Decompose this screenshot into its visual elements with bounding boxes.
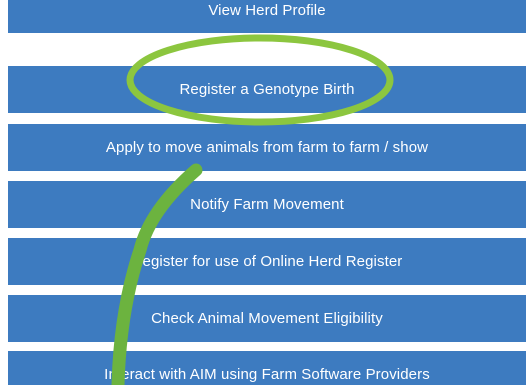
menu-item-label: Notify Farm Movement (190, 196, 344, 213)
menu-item-label: Apply to move animals from farm to farm … (105, 139, 429, 156)
apply-to-move-animals-button[interactable]: Apply to move animals from farm to farm … (8, 124, 526, 171)
menu-item-label: View Herd Profile (208, 2, 326, 19)
notify-farm-movement-button[interactable]: Notify Farm Movement (8, 181, 526, 228)
register-genotype-birth-button[interactable]: Register a Genotype Birth (8, 66, 526, 113)
menu-item-label: Register for use of Online Herd Register (131, 253, 403, 270)
menu-item-label: Interact with AIM using Farm Software Pr… (104, 366, 430, 383)
interact-with-aim-button[interactable]: Interact with AIM using Farm Software Pr… (8, 351, 526, 385)
register-online-herd-register-button[interactable]: Register for use of Online Herd Register (8, 238, 526, 285)
check-movement-eligibility-button[interactable]: Check Animal Movement Eligibility (8, 295, 526, 342)
menu-item-label: Check Animal Movement Eligibility (151, 310, 383, 327)
screenshot-stage: View Herd Profile Register a Genotype Bi… (0, 0, 526, 385)
view-herd-profile-button[interactable]: View Herd Profile (8, 0, 526, 33)
menu-item-label: Register a Genotype Birth (179, 81, 355, 98)
